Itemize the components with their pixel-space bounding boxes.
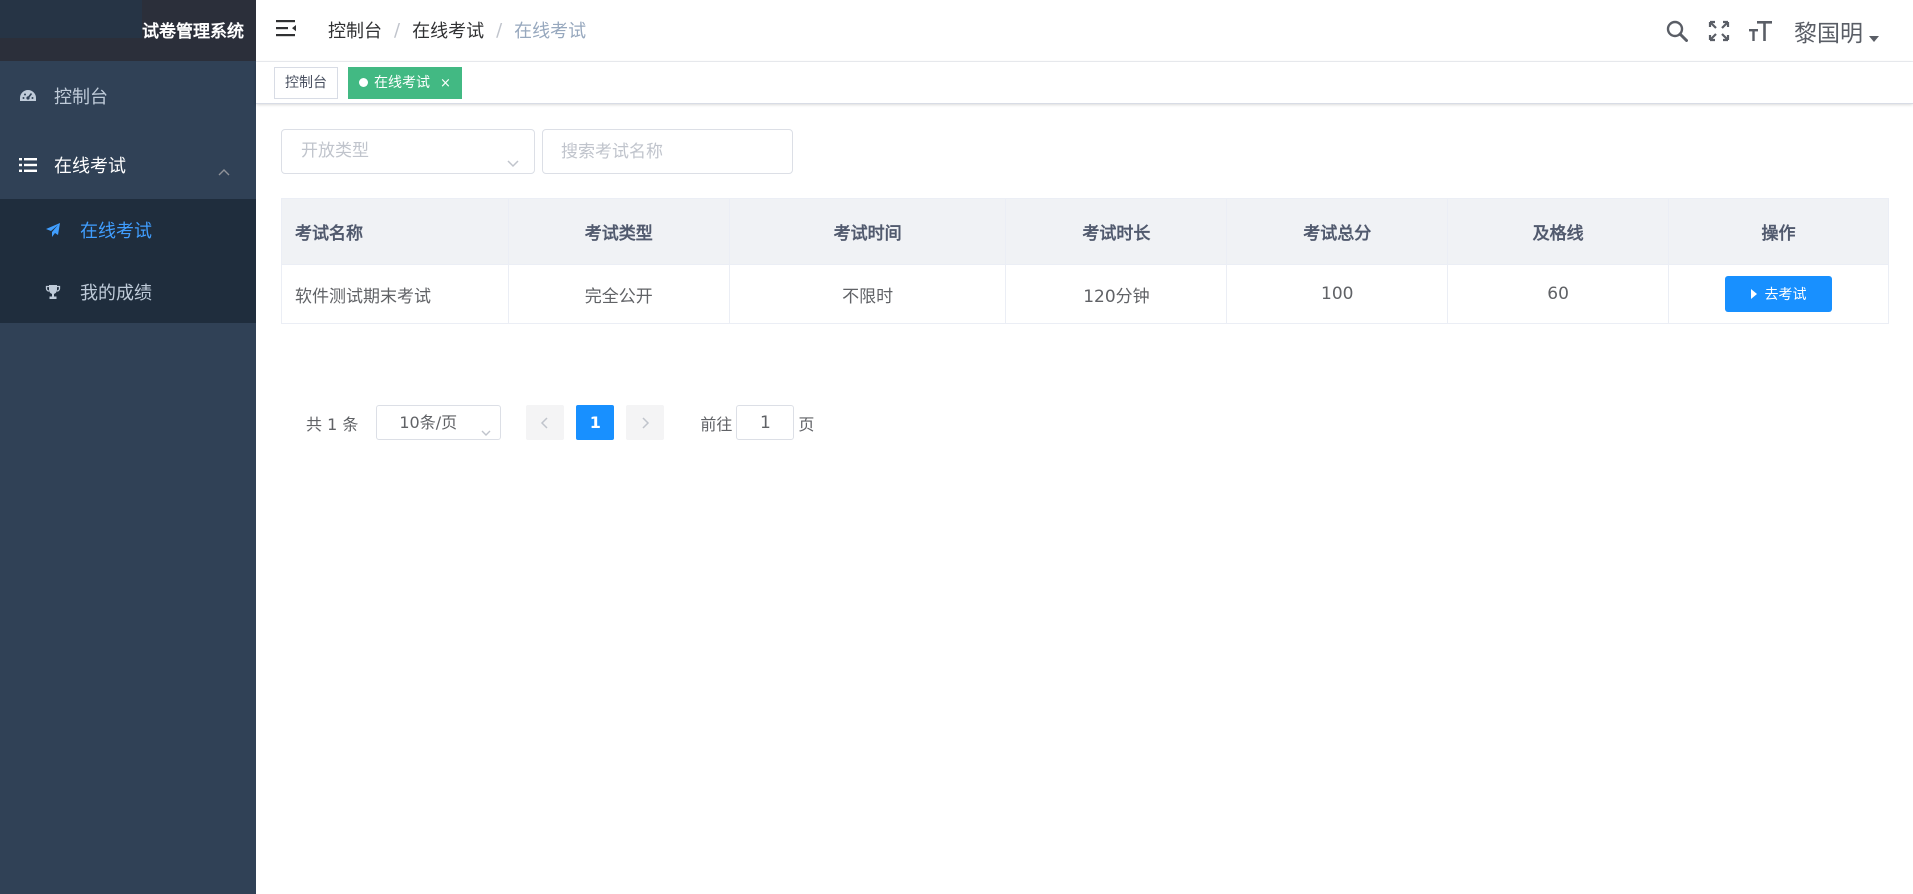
breadcrumb: 控制台 / 在线考试 / 在线考试	[328, 17, 586, 43]
column-header-pass: 及格线	[1447, 198, 1670, 265]
pagination: 共 1 条 10条/页 1 前往 页	[306, 405, 814, 440]
sidebar-item-label: 在线考试	[80, 221, 152, 242]
page-size-value: 10条/页	[399, 413, 458, 432]
table-header-row: 考试名称 考试类型 考试时间 考试时长 考试总分 及格线 操作	[281, 198, 1889, 265]
cell-exam-type: 完全公开	[507, 264, 730, 324]
select-placeholder: 开放类型	[301, 141, 369, 161]
page-size-select[interactable]: 10条/页	[376, 405, 502, 440]
chevron-up-icon	[218, 160, 230, 181]
font-size-icon[interactable]	[1748, 18, 1774, 44]
active-dot-icon	[359, 78, 368, 87]
app-title: 试卷管理系统	[142, 22, 244, 42]
breadcrumb-separator: /	[496, 19, 503, 41]
open-type-select[interactable]: 开放类型	[281, 129, 535, 174]
sidebar-item-label: 我的成绩	[80, 283, 152, 304]
page-suffix: 页	[798, 414, 815, 434]
sidebar-item-dashboard[interactable]: 控制台	[0, 61, 256, 130]
cell-exam-time: 不限时	[728, 264, 1007, 324]
cell-exam-pass: 60	[1447, 264, 1670, 324]
goto-page-input[interactable]	[736, 405, 795, 440]
tag-label: 在线考试	[374, 75, 430, 91]
navbar: 控制台 / 在线考试 / 在线考试 黎国明	[256, 0, 1913, 62]
user-name[interactable]: 黎国明	[1794, 14, 1863, 48]
sidebar-item-label: 在线考试	[54, 155, 126, 177]
sidebar: 试卷管理系统 控制台 在线考试 在线考试 我的成绩	[0, 0, 256, 894]
paper-plane-icon	[44, 221, 62, 239]
column-header-type: 考试类型	[507, 198, 730, 265]
right-menu: 黎国明	[1664, 0, 1913, 62]
hamburger-icon[interactable]	[276, 18, 300, 42]
submenu-online-exam: 在线考试 我的成绩	[0, 199, 256, 323]
fullscreen-icon[interactable]	[1706, 18, 1732, 44]
play-icon	[1750, 289, 1757, 299]
page-number-current[interactable]: 1	[576, 405, 615, 440]
caret-down-icon[interactable]	[1869, 36, 1879, 42]
breadcrumb-item-current: 在线考试	[514, 21, 587, 42]
tags-view: 控制台 在线考试 ×	[256, 62, 1913, 104]
next-page-button[interactable]	[626, 405, 665, 440]
cell-action: 去考试	[1668, 264, 1889, 324]
sidebar-item-online-exam[interactable]: 在线考试	[0, 130, 256, 199]
breadcrumb-item-dashboard[interactable]: 控制台	[328, 17, 382, 43]
cell-exam-name: 软件测试期末考试	[281, 264, 509, 324]
tag-dashboard[interactable]: 控制台	[274, 67, 338, 99]
list-icon	[18, 155, 38, 175]
chevron-down-icon	[506, 144, 520, 187]
tag-online-exam[interactable]: 在线考试 ×	[348, 67, 462, 99]
tag-label: 控制台	[285, 75, 327, 91]
column-header-name: 考试名称	[281, 198, 509, 265]
search-icon[interactable]	[1664, 18, 1690, 44]
column-header-action: 操作	[1668, 198, 1889, 265]
cell-exam-total: 100	[1226, 264, 1449, 324]
column-header-total: 考试总分	[1226, 198, 1449, 265]
breadcrumb-item-online-exam[interactable]: 在线考试	[412, 17, 484, 43]
chevron-down-icon	[480, 417, 492, 450]
go-exam-button[interactable]: 去考试	[1725, 276, 1833, 312]
dashboard-icon	[18, 86, 38, 106]
sidebar-item-label: 控制台	[54, 86, 108, 108]
pagination-total: 共 1 条	[306, 414, 359, 434]
sidebar-item-my-scores[interactable]: 我的成绩	[0, 261, 256, 323]
column-header-duration: 考试时长	[1005, 198, 1228, 265]
table-row: 软件测试期末考试 完全公开 不限时 120分钟 100 60 去考试	[281, 264, 1889, 324]
cell-exam-duration: 120分钟	[1005, 264, 1228, 324]
go-exam-label: 去考试	[1764, 286, 1807, 302]
sidebar-item-online-exam-list[interactable]: 在线考试	[0, 199, 256, 261]
breadcrumb-separator: /	[394, 19, 401, 41]
exam-name-search-input[interactable]	[542, 129, 793, 174]
column-header-time: 考试时间	[728, 198, 1007, 265]
exam-table: 考试名称 考试类型 考试时间 考试时长 考试总分 及格线 操作 软件测试期末考试…	[281, 198, 1889, 324]
goto-label: 前往	[700, 414, 733, 434]
trophy-icon	[44, 283, 62, 301]
close-icon[interactable]: ×	[440, 76, 451, 91]
logo-image	[0, 0, 142, 38]
prev-page-button[interactable]	[526, 405, 565, 440]
logo[interactable]: 试卷管理系统	[0, 0, 256, 61]
